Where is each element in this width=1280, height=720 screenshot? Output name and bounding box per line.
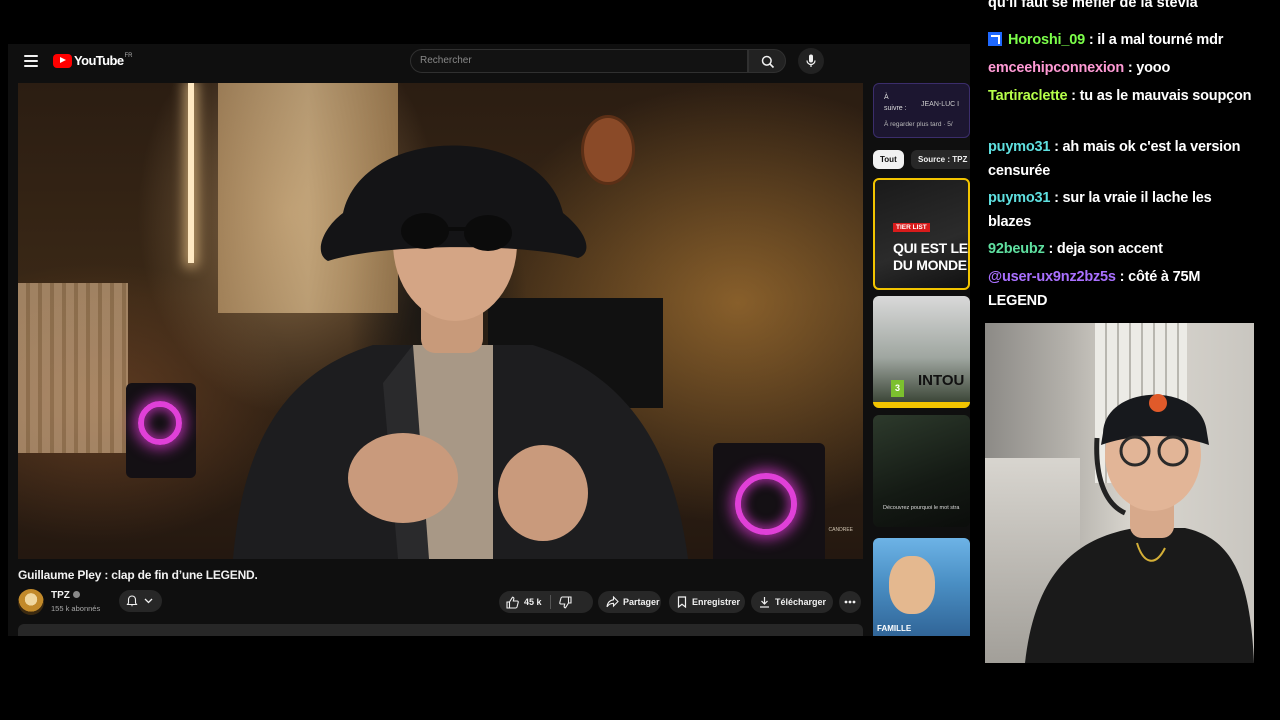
- streamer-figure: [1025, 394, 1254, 663]
- up-next-label: Àsuivre :: [884, 94, 907, 112]
- chat-message: puymo31 : ah mais ok c'est la version ce…: [988, 135, 1258, 183]
- chevron-down-icon: [144, 598, 153, 604]
- chat-username[interactable]: 92beubz: [988, 241, 1045, 257]
- download-label: Télécharger: [775, 597, 827, 607]
- description-box[interactable]: [18, 624, 863, 636]
- chat-message: Horoshi_09 : il a mal tourné mdr: [988, 28, 1258, 52]
- up-next-subtitle: À regarder plus tard · 5/: [884, 121, 953, 128]
- menu-icon[interactable]: [24, 55, 38, 67]
- up-next-title: JEAN-LUC I: [921, 101, 960, 108]
- subscriber-count: 155 k abonnés: [51, 604, 101, 613]
- channel-name-text[interactable]: TPZ: [51, 590, 70, 601]
- chat-panel: qu'il faut se méfier de la stevia Horosh…: [984, 0, 1280, 322]
- share-label: Partager: [623, 597, 660, 607]
- notification-button[interactable]: [119, 590, 162, 612]
- recommendations-sidebar: Àsuivre : JEAN-LUC I À regarder plus tar…: [873, 83, 970, 636]
- like-dislike-group: 45 k: [499, 591, 593, 613]
- chat-message: Tartiraclette : tu as le mauvais soupçon: [988, 84, 1258, 108]
- share-icon: [606, 596, 619, 608]
- youtube-logo[interactable]: YouTube FR: [53, 53, 132, 68]
- video-player[interactable]: CANDREE: [18, 83, 863, 559]
- more-horizontal-icon: [844, 600, 856, 604]
- youtube-play-icon: [53, 53, 72, 68]
- streamer-webcam: [985, 323, 1254, 663]
- pegi-rating: 3: [891, 380, 904, 397]
- prime-badge-icon: [988, 32, 1002, 46]
- like-icon[interactable]: [506, 596, 519, 609]
- search-icon: [761, 55, 775, 69]
- like-divider: [549, 595, 551, 609]
- chat-message: puymo31 : sur la vraie il lache les blaz…: [988, 186, 1258, 234]
- save-label: Enregistrer: [692, 597, 741, 607]
- youtube-header: YouTube FR Rechercher: [8, 44, 970, 78]
- chat-message: 92beubz : deja son accent: [988, 237, 1258, 261]
- download-button[interactable]: Télécharger: [751, 591, 833, 613]
- bell-icon: [126, 595, 138, 607]
- search-button[interactable]: [748, 49, 786, 73]
- share-button[interactable]: Partager: [598, 591, 661, 613]
- chat-username[interactable]: emceehipconnexion: [988, 60, 1124, 76]
- chat-text: : il a mal tourné mdr: [1084, 32, 1224, 48]
- chat-username[interactable]: puymo31: [988, 139, 1050, 155]
- video-watermark: CANDREE: [828, 527, 853, 533]
- chat-username[interactable]: puymo31: [988, 190, 1050, 206]
- chip-source[interactable]: Source : TPZ: [911, 150, 970, 169]
- voice-search-button[interactable]: [798, 48, 824, 74]
- verified-icon: [72, 591, 80, 598]
- bookmark-icon: [677, 596, 687, 608]
- thumbnail-text: FAMILLE: [877, 624, 912, 633]
- thumbnail-text: QUI EST LE MIDU MONDE: [893, 240, 968, 273]
- chip-all[interactable]: Tout: [873, 150, 904, 169]
- chat-text: : yooo: [1124, 60, 1171, 76]
- chat-username[interactable]: Horoshi_09: [1008, 32, 1085, 48]
- chat-message-partial: qu'il faut se méfier de la stevia: [988, 0, 1198, 11]
- thumbnail-badge: TIER LIST: [893, 223, 930, 232]
- chat-username[interactable]: @user-ux9nz2bz5s: [988, 269, 1116, 285]
- recommended-video-thumbnail[interactable]: 3 INTOU: [873, 296, 970, 408]
- chat-text: : tu as le mauvais soupçon: [1067, 88, 1252, 104]
- region-code: FR: [124, 53, 133, 59]
- chat-text: : deja son accent: [1044, 241, 1163, 257]
- youtube-logo-text: YouTube: [74, 53, 124, 68]
- microphone-icon: [806, 54, 816, 67]
- chat-message: emceehipconnexion : yooo: [988, 56, 1258, 80]
- dislike-icon[interactable]: [558, 595, 572, 609]
- like-count[interactable]: 45 k: [524, 597, 542, 607]
- download-icon: [760, 597, 769, 608]
- chat-username[interactable]: Tartiraclette: [988, 88, 1068, 104]
- search-input[interactable]: Rechercher: [410, 49, 748, 73]
- more-actions-button[interactable]: [839, 591, 861, 613]
- video-title: Guillaume Pley : clap de fin d’une LEGEN…: [18, 568, 258, 582]
- recommended-video-thumbnail[interactable]: Découvrez pourquoi le mot stra: [873, 415, 970, 527]
- recommended-video-thumbnail[interactable]: FAMILLE: [873, 538, 970, 636]
- youtube-window: YouTube FR Rechercher CANDREE Guillaume …: [8, 44, 970, 636]
- channel-name[interactable]: TPZ: [51, 590, 80, 601]
- recommended-video-thumbnail[interactable]: TIER LIST QUI EST LE MIDU MONDE: [873, 178, 970, 290]
- up-next-card[interactable]: Àsuivre : JEAN-LUC I À regarder plus tar…: [873, 83, 970, 138]
- thumbnail-text: INTOU: [918, 372, 965, 389]
- thumbnail-caption: Découvrez pourquoi le mot stra: [883, 505, 960, 511]
- presenter-figure: [233, 145, 688, 559]
- speaker-left: [126, 383, 196, 478]
- channel-avatar[interactable]: [18, 589, 44, 615]
- speaker-right: [713, 443, 825, 559]
- save-button[interactable]: Enregistrer: [669, 591, 745, 613]
- chat-message: @user-ux9nz2bz5s : côté à 75M LEGEND: [988, 265, 1258, 313]
- stream-frame: YouTube FR Rechercher CANDREE Guillaume …: [0, 0, 1280, 720]
